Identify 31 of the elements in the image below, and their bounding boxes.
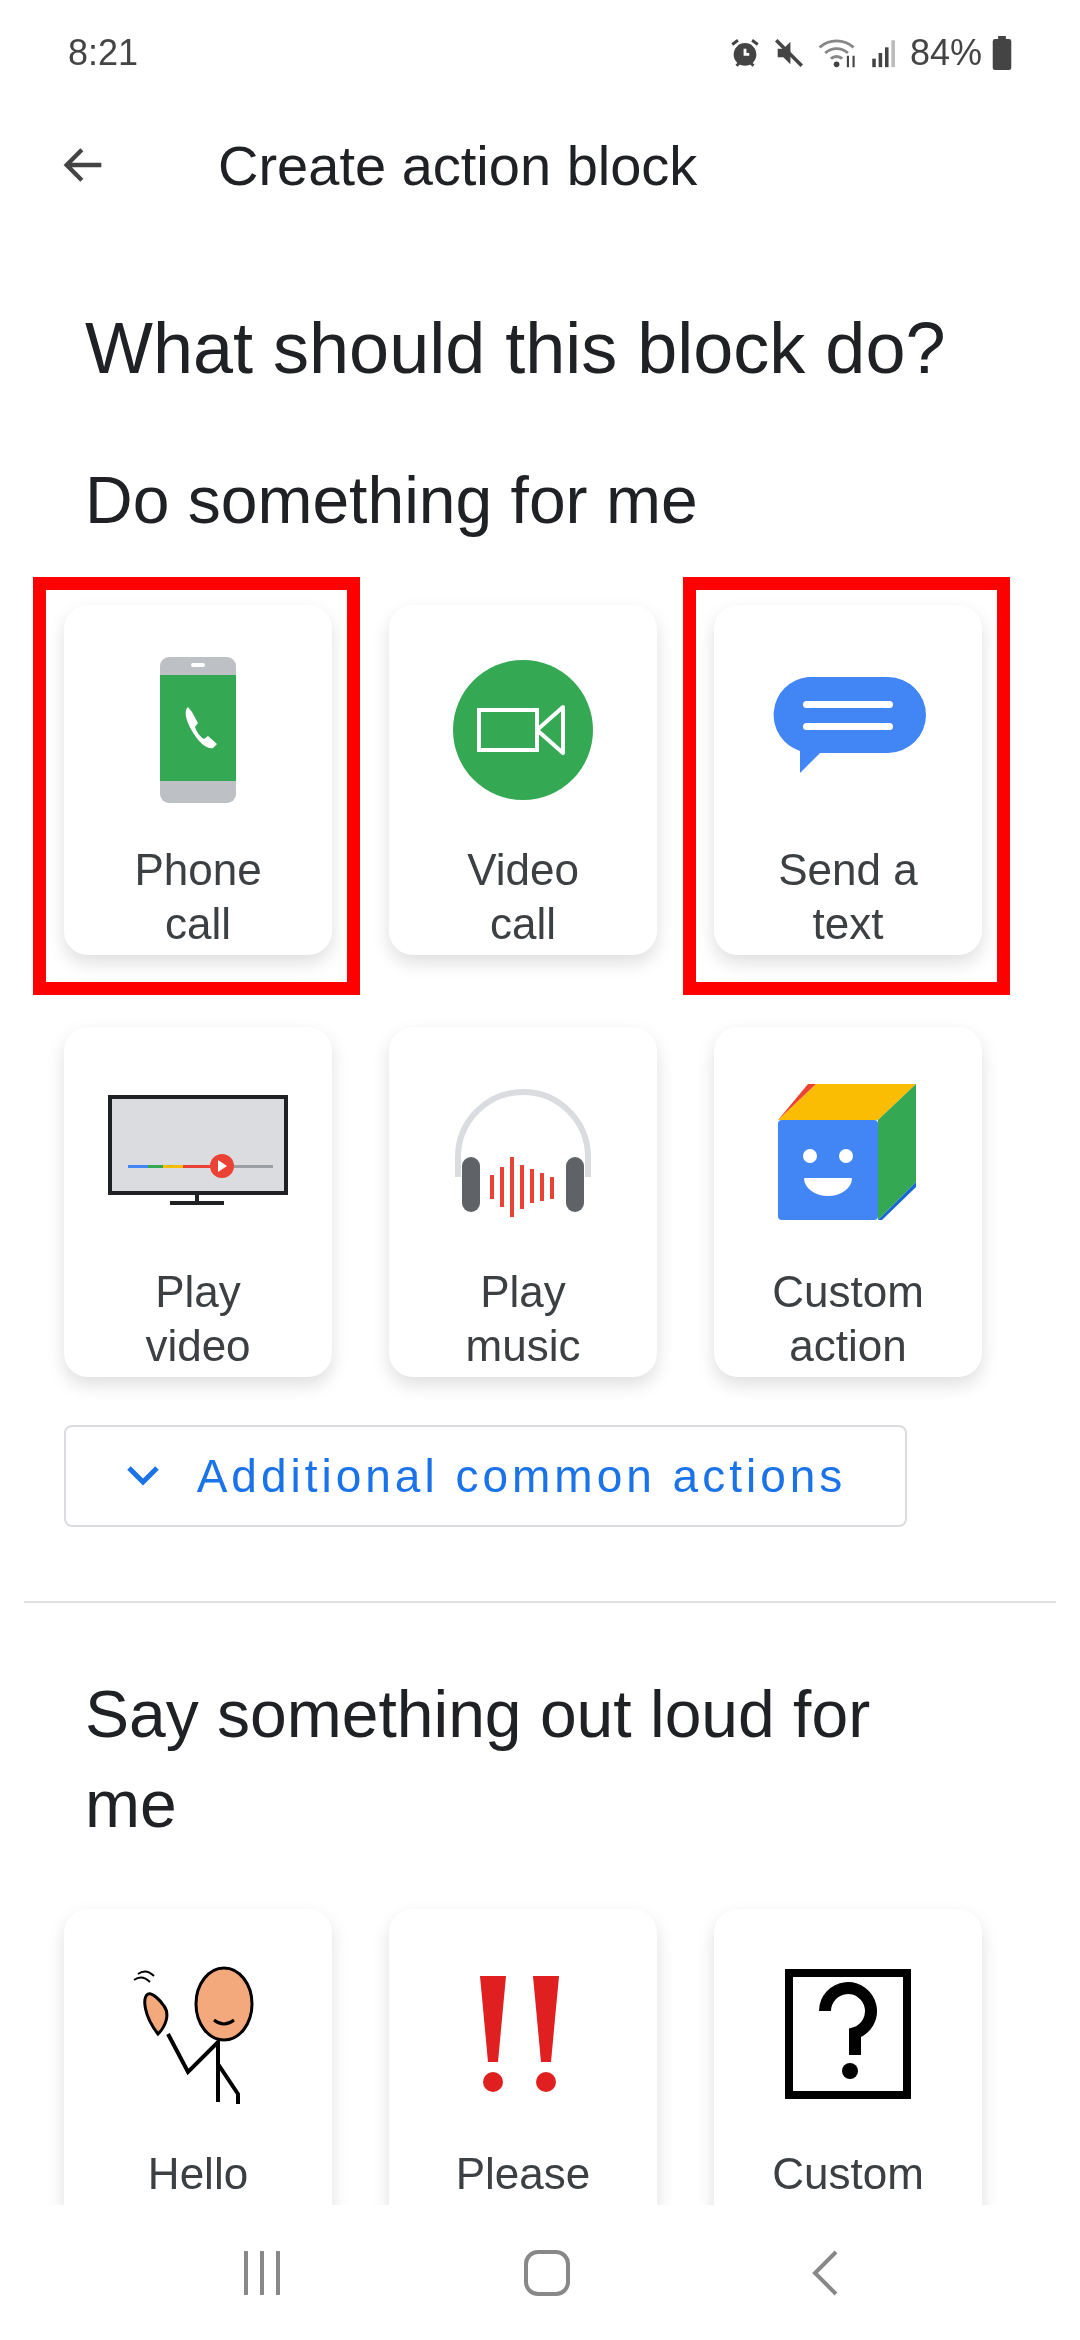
additional-actions-button[interactable]: Additional common actions [64,1425,907,1527]
tile-label: Custom action [771,1266,925,1372]
smiling-cube-icon [778,1082,918,1222]
section-title: Say something out loud for me [85,1676,872,1843]
tile-label: Phone call [133,844,263,950]
action-tile[interactable]: Play video [64,1027,332,1377]
tile-label: Video call [466,844,580,950]
tile-label: Please [454,2148,592,2200]
phone-icon [158,655,238,805]
action-tile[interactable]: Custom [714,1909,982,2205]
action-tile[interactable]: Please [389,1909,657,2205]
tile-label: Play video [144,1266,252,1372]
battery-icon [992,35,1012,70]
tile-label: Send a text [777,844,919,950]
action-tile[interactable]: Video call [389,605,657,955]
action-tile[interactable]: Custom action [714,1027,982,1377]
action-tile[interactable]: Send a text [714,605,982,955]
question-mark-box-icon [785,1969,911,2099]
action-tile[interactable]: Play music [389,1027,657,1377]
action-tile[interactable]: Hello [64,1909,332,2205]
tile-label: Hello [146,2148,250,2200]
screen-title: Create action block [218,132,698,198]
battery-level: 84% [909,31,982,74]
tile-label: Play music [464,1266,582,1372]
clock: 8:21 [68,31,139,74]
tile-label: Custom [771,2148,925,2200]
page-heading: What should this block do? [85,307,947,389]
home-icon[interactable] [523,2248,571,2297]
chevron-down-icon [124,1464,161,1488]
action-tile[interactable]: Phone call [64,605,332,955]
section-title: Do something for me [85,462,699,539]
